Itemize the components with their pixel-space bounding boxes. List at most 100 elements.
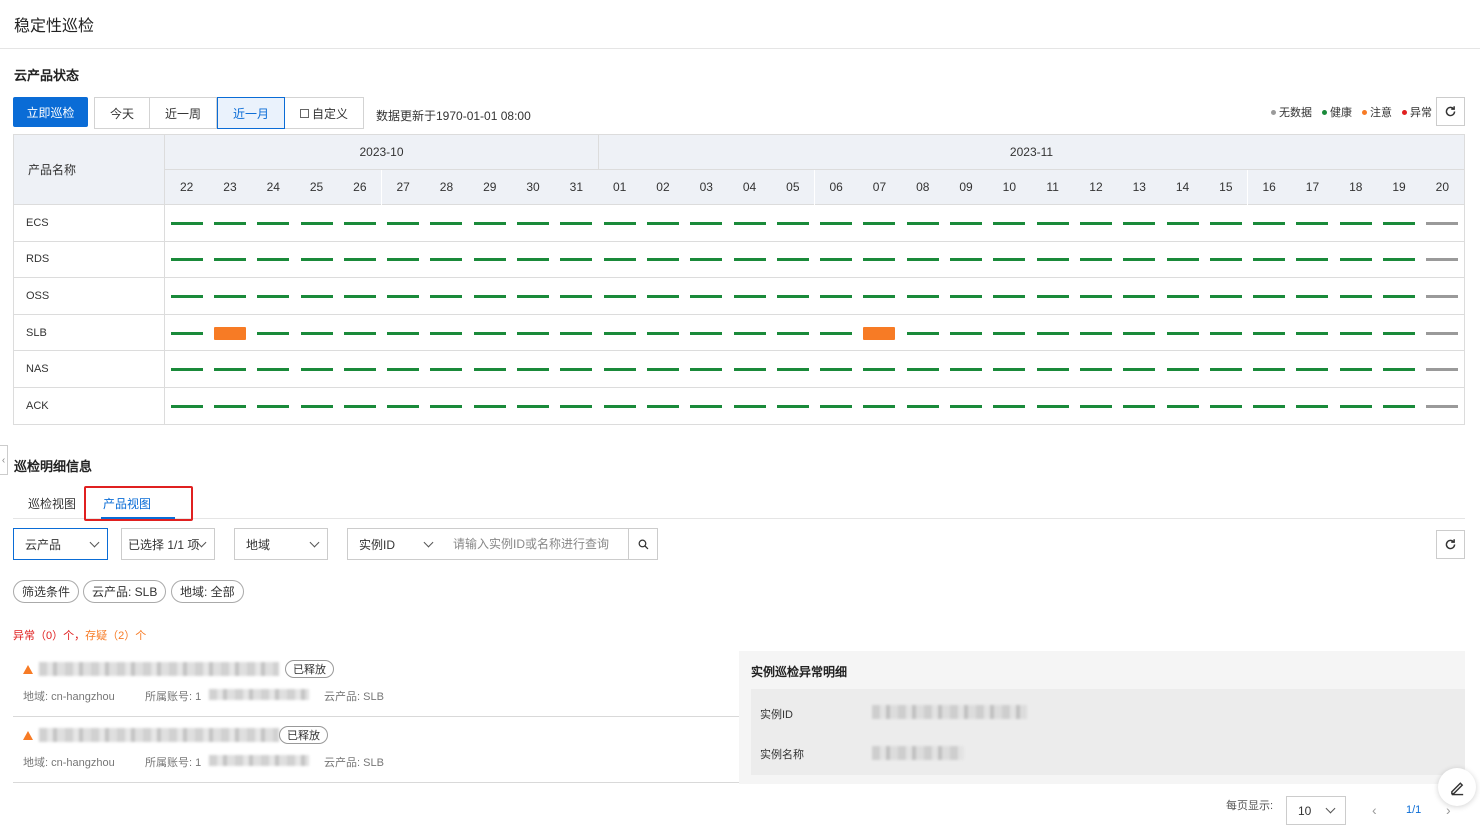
status-mark-healthy[interactable] bbox=[1209, 221, 1242, 225]
status-mark-healthy[interactable] bbox=[820, 368, 853, 372]
status-mark-healthy[interactable] bbox=[343, 258, 376, 262]
status-mark-healthy[interactable] bbox=[1209, 368, 1242, 372]
status-mark-healthy[interactable] bbox=[1036, 368, 1069, 372]
region-select[interactable]: 地域 bbox=[234, 528, 328, 560]
status-mark-healthy[interactable] bbox=[776, 258, 809, 262]
status-mark-healthy[interactable] bbox=[733, 221, 766, 225]
status-mark-healthy[interactable] bbox=[387, 258, 420, 262]
status-mark-healthy[interactable] bbox=[646, 368, 679, 372]
status-mark-healthy[interactable] bbox=[1296, 368, 1329, 372]
status-mark-nodata[interactable] bbox=[1426, 331, 1459, 335]
status-mark-healthy[interactable] bbox=[343, 331, 376, 335]
status-mark-healthy[interactable] bbox=[430, 295, 463, 298]
status-mark-healthy[interactable] bbox=[993, 258, 1026, 262]
status-mark-healthy[interactable] bbox=[820, 331, 853, 335]
status-mark-healthy[interactable] bbox=[1253, 368, 1286, 372]
status-mark-nodata[interactable] bbox=[1426, 404, 1459, 408]
status-mark-healthy[interactable] bbox=[690, 221, 723, 225]
status-mark-healthy[interactable] bbox=[603, 404, 636, 408]
inspect-now-button[interactable]: 立即巡检 bbox=[13, 97, 88, 127]
status-mark-healthy[interactable] bbox=[560, 331, 593, 335]
status-mark-healthy[interactable] bbox=[863, 221, 896, 225]
status-mark-healthy[interactable] bbox=[993, 295, 1026, 298]
range-today-button[interactable]: 今天 bbox=[95, 98, 151, 128]
status-mark-healthy[interactable] bbox=[690, 295, 723, 298]
range-month-button[interactable]: 近一月 bbox=[217, 97, 286, 129]
status-mark-healthy[interactable] bbox=[213, 295, 246, 298]
abnormal-label[interactable]: 异常 bbox=[13, 630, 35, 642]
filter-product-chip[interactable]: 云产品: SLB bbox=[83, 580, 167, 603]
status-mark-healthy[interactable] bbox=[950, 295, 983, 298]
status-mark-healthy[interactable] bbox=[1383, 404, 1416, 408]
status-mark-healthy[interactable] bbox=[1383, 258, 1416, 262]
status-mark-healthy[interactable] bbox=[560, 404, 593, 408]
status-mark-healthy[interactable] bbox=[1339, 221, 1372, 225]
status-mark-healthy[interactable] bbox=[517, 404, 550, 408]
status-mark-healthy[interactable] bbox=[1296, 331, 1329, 335]
status-mark-healthy[interactable] bbox=[690, 258, 723, 262]
status-mark-healthy[interactable] bbox=[300, 258, 333, 262]
status-mark-healthy[interactable] bbox=[690, 404, 723, 408]
status-mark-healthy[interactable] bbox=[430, 331, 463, 335]
status-mark-healthy[interactable] bbox=[560, 221, 593, 225]
status-mark-healthy[interactable] bbox=[1383, 368, 1416, 372]
status-mark-healthy[interactable] bbox=[906, 404, 939, 408]
status-mark-healthy[interactable] bbox=[950, 368, 983, 372]
instance-field-select[interactable]: 实例ID bbox=[347, 528, 442, 560]
status-mark-healthy[interactable] bbox=[257, 404, 290, 408]
per-page-select[interactable]: 10 bbox=[1286, 796, 1346, 825]
status-mark-healthy[interactable] bbox=[1253, 221, 1286, 225]
status-mark-healthy[interactable] bbox=[170, 221, 203, 225]
status-mark-healthy[interactable] bbox=[1166, 258, 1199, 262]
status-mark-warning[interactable] bbox=[213, 326, 246, 340]
status-mark-healthy[interactable] bbox=[863, 295, 896, 298]
suspect-label[interactable]: 存疑 bbox=[85, 630, 107, 642]
status-mark-healthy[interactable] bbox=[776, 221, 809, 225]
status-mark-healthy[interactable] bbox=[863, 258, 896, 262]
status-mark-healthy[interactable] bbox=[560, 295, 593, 298]
status-mark-healthy[interactable] bbox=[257, 258, 290, 262]
filter-region-chip[interactable]: 地域: 全部 bbox=[171, 580, 244, 603]
status-mark-healthy[interactable] bbox=[820, 295, 853, 298]
status-mark-healthy[interactable] bbox=[1123, 368, 1156, 372]
status-mark-healthy[interactable] bbox=[300, 331, 333, 335]
status-mark-healthy[interactable] bbox=[646, 221, 679, 225]
status-mark-healthy[interactable] bbox=[257, 331, 290, 335]
status-mark-healthy[interactable] bbox=[257, 295, 290, 298]
status-mark-nodata[interactable] bbox=[1426, 221, 1459, 225]
status-mark-healthy[interactable] bbox=[517, 295, 550, 298]
status-mark-healthy[interactable] bbox=[257, 221, 290, 225]
status-mark-healthy[interactable] bbox=[603, 331, 636, 335]
tab-inspection-view[interactable]: 巡检视图 bbox=[28, 487, 76, 519]
status-mark-healthy[interactable] bbox=[170, 331, 203, 335]
status-mark-healthy[interactable] bbox=[1296, 221, 1329, 225]
status-mark-healthy[interactable] bbox=[906, 295, 939, 298]
detail-refresh-button[interactable] bbox=[1436, 530, 1465, 559]
status-mark-healthy[interactable] bbox=[517, 331, 550, 335]
status-mark-healthy[interactable] bbox=[170, 368, 203, 372]
instance-search-input[interactable] bbox=[441, 528, 629, 560]
status-mark-healthy[interactable] bbox=[300, 221, 333, 225]
status-mark-healthy[interactable] bbox=[646, 258, 679, 262]
status-mark-healthy[interactable] bbox=[1166, 331, 1199, 335]
status-mark-healthy[interactable] bbox=[906, 368, 939, 372]
status-mark-nodata[interactable] bbox=[1426, 258, 1459, 262]
status-mark-healthy[interactable] bbox=[776, 331, 809, 335]
status-mark-healthy[interactable] bbox=[993, 331, 1026, 335]
status-mark-healthy[interactable] bbox=[1339, 258, 1372, 262]
status-mark-healthy[interactable] bbox=[517, 368, 550, 372]
status-mark-healthy[interactable] bbox=[950, 258, 983, 262]
product-select[interactable]: 云产品 bbox=[13, 528, 108, 560]
list-item[interactable]: 已释放 地域: cn-hangzhou 所属账号: 1 云产品: SLB bbox=[13, 651, 739, 717]
status-mark-healthy[interactable] bbox=[733, 368, 766, 372]
status-mark-healthy[interactable] bbox=[170, 258, 203, 262]
filter-conditions-chip[interactable]: 筛选条件 bbox=[13, 580, 80, 603]
status-mark-healthy[interactable] bbox=[473, 295, 506, 298]
status-mark-healthy[interactable] bbox=[1123, 331, 1156, 335]
status-mark-healthy[interactable] bbox=[1383, 221, 1416, 225]
status-mark-healthy[interactable] bbox=[257, 368, 290, 372]
status-mark-healthy[interactable] bbox=[1209, 258, 1242, 262]
status-mark-healthy[interactable] bbox=[1339, 331, 1372, 335]
status-mark-healthy[interactable] bbox=[603, 258, 636, 262]
status-mark-healthy[interactable] bbox=[430, 404, 463, 408]
